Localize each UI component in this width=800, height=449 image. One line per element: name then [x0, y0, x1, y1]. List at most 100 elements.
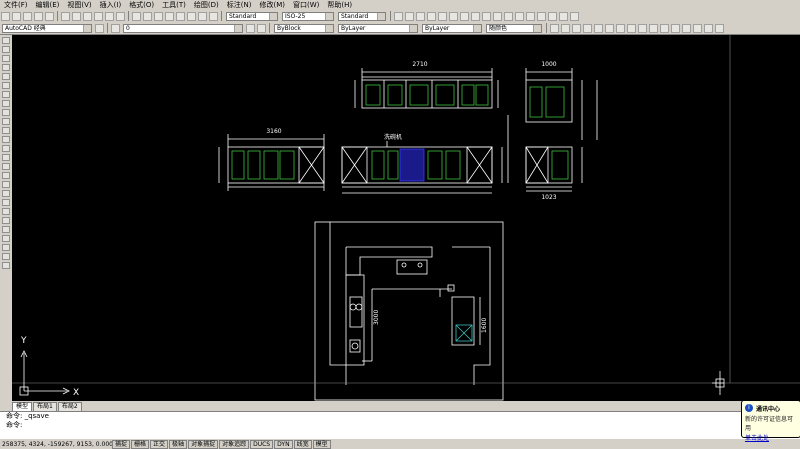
table-icon[interactable] [2, 190, 10, 197]
dim-update-icon[interactable] [570, 11, 579, 21]
linetype-select[interactable]: ByLayer [338, 23, 418, 33]
dim-edit-icon[interactable] [548, 11, 557, 21]
ellipse-icon[interactable] [2, 118, 10, 125]
tab-model[interactable]: 模型 [12, 402, 33, 411]
menu-help[interactable]: 帮助(H) [323, 0, 356, 10]
make-layer-current-icon[interactable] [246, 23, 255, 33]
menu-edit[interactable]: 编辑(E) [32, 0, 64, 10]
new-file-icon[interactable] [1, 11, 10, 21]
leader-icon[interactable] [515, 11, 524, 21]
balloon-link[interactable]: 单击此处 [742, 433, 800, 442]
menu-tools[interactable]: 工具(T) [158, 0, 190, 10]
copy-object-icon[interactable] [561, 23, 570, 33]
array-icon[interactable] [594, 23, 603, 33]
table-style-select[interactable]: Standard [338, 11, 386, 21]
zoom-previous-icon[interactable] [165, 11, 174, 21]
gradient-icon[interactable] [2, 172, 10, 179]
lineweight-select[interactable]: ByLayer [422, 23, 482, 33]
dim-baseline-icon[interactable] [493, 11, 502, 21]
ortho-toggle[interactable]: 正交 [150, 439, 169, 449]
dim-angular-icon[interactable] [471, 11, 480, 21]
chamfer-icon[interactable] [671, 23, 680, 33]
osnap-toggle[interactable]: 对象捕捉 [188, 439, 219, 449]
lights-icon[interactable] [2, 253, 10, 260]
quick-dim-icon[interactable] [482, 11, 491, 21]
dim-style-select[interactable]: ISO-25 [282, 11, 334, 21]
grid-toggle[interactable]: 栅格 [131, 439, 150, 449]
circle-icon[interactable] [2, 91, 10, 98]
dim-radius-icon[interactable] [438, 11, 447, 21]
dim-text-edit-icon[interactable] [559, 11, 568, 21]
menu-insert[interactable]: 插入(I) [96, 0, 126, 10]
rectangle-icon[interactable] [2, 73, 10, 80]
redo-icon[interactable] [116, 11, 125, 21]
menu-modify[interactable]: 修改(M) [255, 0, 289, 10]
zoom-realtime-icon[interactable] [143, 11, 152, 21]
ellipse-arc-icon[interactable] [2, 127, 10, 134]
center-mark-icon[interactable] [537, 11, 546, 21]
text-style-select[interactable]: Standard [226, 11, 278, 21]
menu-dimension[interactable]: 标注(N) [223, 0, 256, 10]
arc-icon[interactable] [2, 82, 10, 89]
tab-layout2[interactable]: 布局2 [57, 402, 82, 411]
menu-window[interactable]: 窗口(W) [289, 0, 323, 10]
snap-settings-icon[interactable] [715, 23, 724, 33]
stretch-icon[interactable] [627, 23, 636, 33]
open-file-icon[interactable] [12, 11, 21, 21]
mirror-icon[interactable] [572, 23, 581, 33]
dim-jogged-icon[interactable] [449, 11, 458, 21]
color-select[interactable]: ByBlock [274, 23, 334, 33]
ducs-toggle[interactable]: DUCS [250, 439, 274, 449]
menu-draw[interactable]: 绘图(D) [190, 0, 223, 10]
otrack-toggle[interactable]: 对象追踪 [219, 439, 250, 449]
scale-icon[interactable] [616, 23, 625, 33]
revision-cloud-icon[interactable] [2, 100, 10, 107]
break-icon[interactable] [660, 23, 669, 33]
preview-icon[interactable] [45, 11, 54, 21]
list-icon[interactable] [2, 226, 10, 233]
snap-toggle[interactable]: 捕捉 [112, 439, 131, 449]
camera-icon[interactable] [2, 262, 10, 269]
dyn-toggle[interactable]: DYN [274, 439, 293, 449]
multiline-text-icon[interactable] [2, 199, 10, 206]
move-icon[interactable] [550, 23, 559, 33]
make-block-icon[interactable] [2, 145, 10, 152]
match-properties-icon[interactable] [94, 11, 103, 21]
design-center-icon[interactable] [187, 11, 196, 21]
render-icon[interactable] [2, 235, 10, 242]
explode-icon[interactable] [693, 23, 702, 33]
print-icon[interactable] [34, 11, 43, 21]
pan-icon[interactable] [132, 11, 141, 21]
fillet-icon[interactable] [682, 23, 691, 33]
rotate-icon[interactable] [605, 23, 614, 33]
lineweight-toggle[interactable]: 线宽 [293, 439, 312, 449]
properties-icon[interactable] [176, 11, 185, 21]
command-prompt[interactable]: 命令: [0, 421, 800, 430]
dim-arc-icon[interactable] [416, 11, 425, 21]
dim-linear-icon[interactable] [394, 11, 403, 21]
dim-diameter-icon[interactable] [460, 11, 469, 21]
model-toggle[interactable]: 模型 [312, 439, 331, 449]
layer-previous-icon[interactable] [257, 23, 266, 33]
tab-layout1[interactable]: 布局1 [33, 402, 57, 411]
polygon-icon[interactable] [2, 64, 10, 71]
distance-icon[interactable] [2, 208, 10, 215]
trim-icon[interactable] [638, 23, 647, 33]
dim-continue-icon[interactable] [504, 11, 513, 21]
zoom-window-icon[interactable] [154, 11, 163, 21]
communication-center-balloon[interactable]: i 通讯中心 新的许可证信息可用 单击此处 [741, 400, 800, 442]
save-icon[interactable] [23, 11, 32, 21]
dim-ordinate-icon[interactable] [427, 11, 436, 21]
region-icon[interactable] [2, 181, 10, 188]
copy-icon[interactable] [72, 11, 81, 21]
workspace-select[interactable]: AutoCAD 经典 [2, 23, 92, 33]
plot-style-select[interactable]: 随颜色 [486, 23, 542, 33]
materials-icon[interactable] [2, 244, 10, 251]
hatch-icon[interactable] [2, 163, 10, 170]
menu-view[interactable]: 视图(V) [63, 0, 95, 10]
command-window[interactable]: 命令: _qsave 命令: [0, 411, 800, 439]
menu-format[interactable]: 格式(O) [125, 0, 158, 10]
line-icon[interactable] [2, 37, 10, 44]
construction-line-icon[interactable] [2, 46, 10, 53]
undo-icon[interactable] [105, 11, 114, 21]
